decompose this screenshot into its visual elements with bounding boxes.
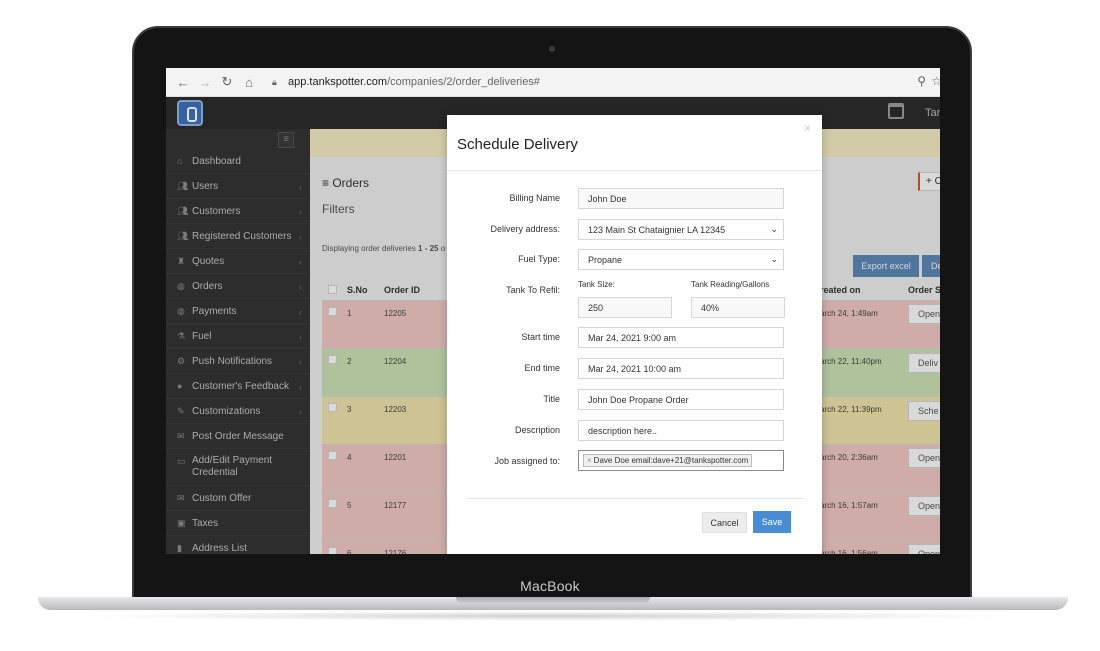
billing-name-label: Billing Name [509, 193, 560, 203]
description-label: Description [514, 425, 560, 435]
job-assigned-label: Job assigned to: [494, 456, 560, 466]
back-icon[interactable]: ← [172, 75, 194, 90]
schedule-delivery-modal: Schedule Delivery × Billing Name John Do… [447, 115, 822, 554]
start-time-field[interactable]: Mar 24, 2021 9:00 am [578, 327, 784, 348]
assignee-chip-label: Dave Doe email:dave+21@tankspotter.com [593, 456, 749, 465]
assignee-chip: × Dave Doe email:dave+21@tankspotter.com [583, 454, 753, 467]
tank-size-field[interactable]: 250 [578, 297, 672, 318]
tank-reading-label: Tank Reading/Gallons [691, 280, 770, 289]
search-icon[interactable]: ⚲ [917, 74, 926, 88]
bookmark-star-icon[interactable]: ☆ [931, 74, 940, 88]
camera-icon [549, 46, 555, 52]
job-assigned-field[interactable]: × Dave Doe email:dave+21@tankspotter.com [578, 450, 784, 471]
chevron-down-icon: ⌄ [770, 254, 778, 264]
save-button[interactable]: Save [753, 511, 791, 533]
delivery-address-value: 123 Main St Chataignier LA 12345 [588, 225, 726, 235]
home-icon[interactable]: ⌂ [238, 75, 260, 90]
fuel-type-value: Propane [588, 255, 623, 265]
address-bar[interactable]: app.tankspotter.com/companies/2/order_de… [288, 76, 540, 88]
tank-to-refill-label: Tank To Refil: [506, 285, 560, 295]
forward-icon[interactable]: → [194, 75, 216, 90]
fuel-type-select[interactable]: Propane ⌄ [578, 249, 784, 270]
browser-toolbar: ← → ↻ ⌂ 🔒︎ app.tankspotter.com/companies… [166, 68, 940, 97]
tank-size-label: Tank Size: [578, 280, 615, 289]
lock-icon[interactable]: 🔒︎ [272, 77, 284, 88]
device-brand-label: MacBook [520, 578, 580, 594]
end-time-field[interactable]: Mar 24, 2021 10:00 am [578, 358, 784, 379]
close-icon[interactable]: × [804, 121, 811, 135]
modal-title: Schedule Delivery [457, 136, 578, 153]
screen: ← → ↻ ⌂ 🔒︎ app.tankspotter.com/companies… [166, 68, 940, 554]
modal-divider [447, 170, 822, 171]
laptop-mockup: ← → ↻ ⌂ 🔒︎ app.tankspotter.com/companies… [0, 0, 1100, 651]
delivery-address-label: Delivery address: [490, 224, 560, 234]
chevron-down-icon: ⌄ [770, 224, 778, 234]
title-label: Title [543, 394, 560, 404]
billing-name-field[interactable]: John Doe [578, 188, 784, 209]
laptop-shadow [80, 611, 1020, 621]
end-time-label: End time [524, 363, 560, 373]
remove-chip-icon[interactable]: × [587, 456, 592, 465]
title-field[interactable]: John Doe Propane Order [578, 389, 784, 410]
laptop-hinge-notch [456, 597, 650, 604]
reload-icon[interactable]: ↻ [216, 74, 238, 90]
delivery-address-select[interactable]: 123 Main St Chataignier LA 12345 ⌄ [578, 219, 784, 240]
fuel-type-label: Fuel Type: [518, 254, 560, 264]
modal-footer-divider [467, 498, 803, 499]
start-time-label: Start time [521, 332, 560, 342]
cancel-button[interactable]: Cancel [702, 512, 747, 533]
url-host: app.tankspotter.com [288, 76, 388, 88]
tank-reading-field[interactable]: 40% [691, 297, 785, 318]
description-field[interactable]: description here.. [578, 420, 784, 441]
url-path: /companies/2/order_deliveries# [387, 76, 540, 88]
